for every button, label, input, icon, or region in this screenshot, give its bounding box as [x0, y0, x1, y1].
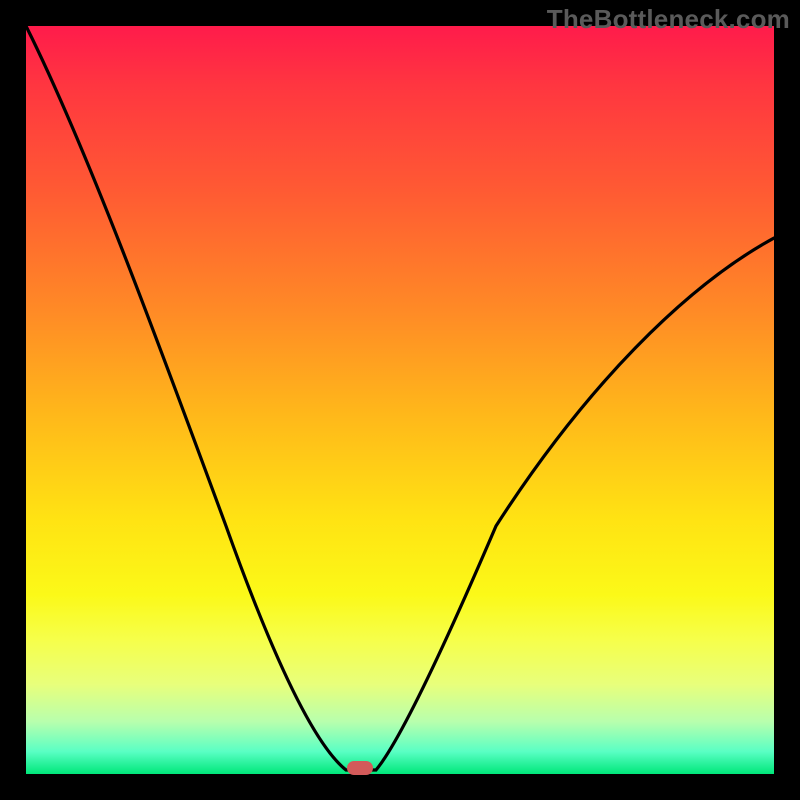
optimal-marker	[347, 761, 373, 775]
plot-area	[26, 26, 774, 774]
watermark-text: TheBottleneck.com	[547, 4, 790, 35]
bottleneck-curve	[26, 26, 774, 774]
chart-frame: TheBottleneck.com	[0, 0, 800, 800]
curve-path	[26, 26, 774, 770]
